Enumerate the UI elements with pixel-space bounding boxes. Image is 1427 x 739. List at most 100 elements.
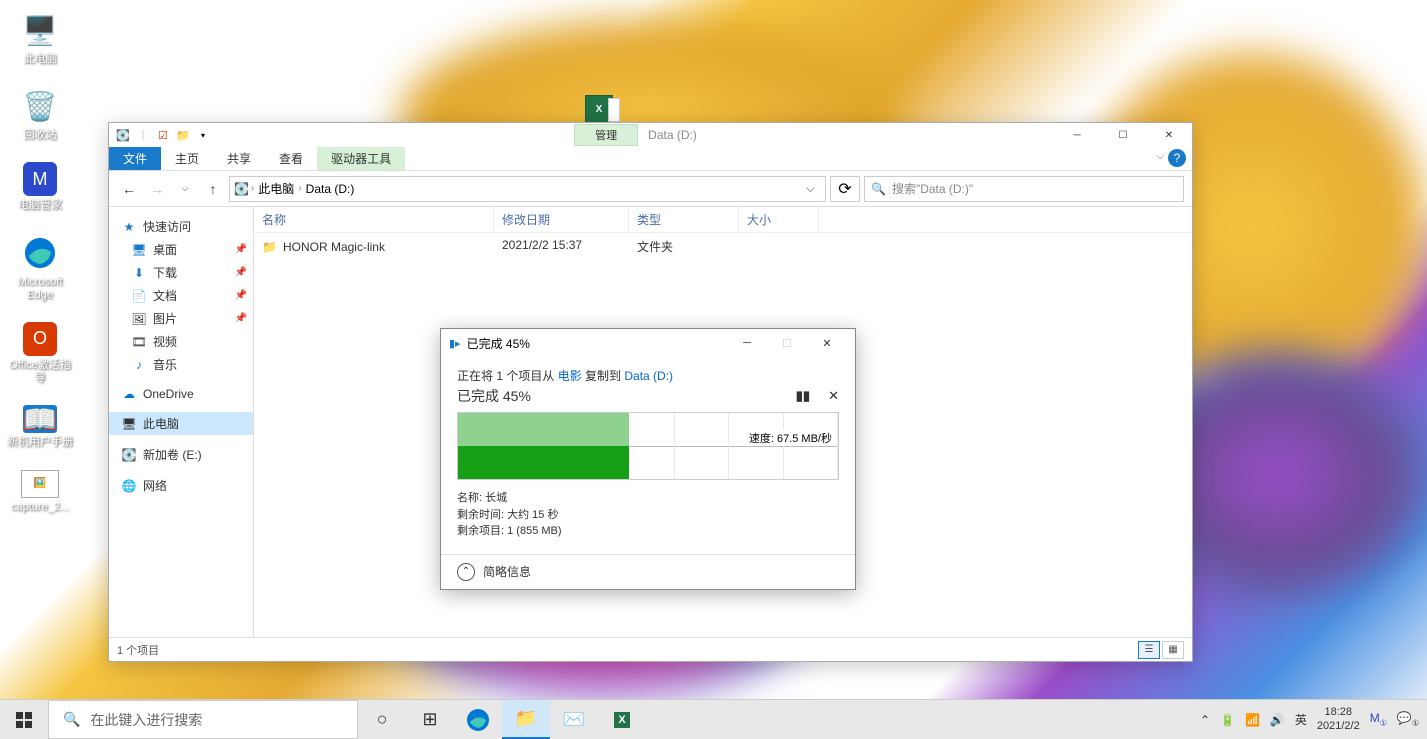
column-size[interactable]: 大小 xyxy=(739,207,819,232)
desktop-icon-office[interactable]: O Office激活指导 xyxy=(5,322,75,385)
label: 此电脑 xyxy=(24,53,57,66)
taskbar-excel[interactable]: X xyxy=(598,700,646,739)
taskbar-file-explorer[interactable]: 📁 xyxy=(502,700,550,739)
ribbon-tab-drive-tools[interactable]: 驱动器工具 xyxy=(317,147,405,170)
ribbon-collapse-icon[interactable]: ⌵ xyxy=(1156,151,1164,162)
taskbar-edge[interactable] xyxy=(454,700,502,739)
desktop-icon-pc-manager[interactable]: M 电脑管家 xyxy=(5,162,75,212)
taskbar-clock[interactable]: 18:28 2021/2/2 xyxy=(1317,706,1360,732)
breadcrumb-data-d[interactable]: Data (D:) xyxy=(304,182,357,196)
sidebar-network[interactable]: 🌐网络 xyxy=(109,474,253,497)
breadcrumb-this-pc[interactable]: 此电脑 xyxy=(256,180,296,197)
taskbar: 🔍 在此键入进行搜索 ○ ⊞ 📁 ✉️ X ⌃ 🔋 📶 🔊 英 18:28 20… xyxy=(0,699,1427,739)
close-button[interactable]: ✕ xyxy=(807,331,847,355)
taskbar-mail[interactable]: ✉️ xyxy=(550,700,598,739)
desktop-icon-capture[interactable]: 🖼️ capture_2... xyxy=(5,470,75,514)
new-folder-icon[interactable]: 📁 xyxy=(175,127,191,143)
search-placeholder: 在此键入进行搜索 xyxy=(90,710,202,730)
large-icons-view-button[interactable]: ▦ xyxy=(1162,641,1184,659)
sidebar-this-pc[interactable]: 🖥此电脑 xyxy=(109,412,253,435)
sidebar-new-volume[interactable]: 💽新加卷 (E:) xyxy=(109,443,253,466)
address-bar[interactable]: 💽 › 此电脑 › Data (D:) ⌵ xyxy=(229,176,826,202)
window-title: Data (D:) xyxy=(648,128,697,142)
minimize-button[interactable]: ─ xyxy=(727,331,767,355)
close-button[interactable]: ✕ xyxy=(1146,123,1192,147)
source-link[interactable]: 电影 xyxy=(558,369,582,383)
pc-manager-icon: M xyxy=(23,162,57,196)
chevron-right-icon[interactable]: › xyxy=(251,183,254,194)
sidebar-pictures[interactable]: 🖼图片📌 xyxy=(109,307,253,330)
pin-icon: 📌 xyxy=(235,290,247,301)
up-button[interactable]: ↑ xyxy=(201,177,225,201)
battery-icon[interactable]: 🔋 xyxy=(1220,713,1235,727)
document-icon: 📄 xyxy=(131,289,147,303)
office-icon: O xyxy=(23,322,57,356)
sidebar-desktop[interactable]: 🖥桌面📌 xyxy=(109,238,253,261)
throughput-chart: 速度: 67.5 MB/秒 xyxy=(457,412,839,480)
dest-link[interactable]: Data (D:) xyxy=(624,369,673,383)
explorer-titlebar[interactable]: 💽 | ☑ 📁 ▾ 管理 Data (D:) ─ ☐ ✕ xyxy=(109,123,1192,147)
properties-icon[interactable]: ☑ xyxy=(155,127,171,143)
desktop-icon-edge[interactable]: Microsoft Edge xyxy=(5,233,75,302)
desktop-icon: 🖥 xyxy=(131,243,147,257)
column-name[interactable]: 名称 xyxy=(254,207,494,232)
excel-shortcut-icon[interactable]: X xyxy=(585,95,613,123)
taskbar-search[interactable]: 🔍 在此键入进行搜索 xyxy=(48,700,358,739)
maximize-button[interactable]: ☐ xyxy=(1100,123,1146,147)
ribbon-tab-view[interactable]: 查看 xyxy=(265,147,317,170)
manual-icon: 📖 xyxy=(23,405,57,433)
qat-dropdown-icon[interactable]: ▾ xyxy=(195,127,211,143)
volume-icon[interactable]: 🔊 xyxy=(1270,713,1285,727)
pc-manager-tray-icon[interactable]: M① xyxy=(1370,711,1387,727)
copy-titlebar[interactable]: ▮▸ 已完成 45% ─ ☐ ✕ xyxy=(441,329,855,357)
file-size xyxy=(739,236,819,257)
column-type[interactable]: 类型 xyxy=(629,207,739,232)
copy-title: 已完成 45% xyxy=(467,335,530,352)
start-button[interactable] xyxy=(0,700,48,739)
folder-icon: 📁 xyxy=(262,240,277,254)
refresh-button[interactable]: ⟳ xyxy=(830,176,860,202)
copy-icon: ▮▸ xyxy=(449,337,461,350)
file-name: HONOR Magic-link xyxy=(283,240,385,254)
ribbon-tab-home[interactable]: 主页 xyxy=(161,147,213,170)
minimize-button[interactable]: ─ xyxy=(1054,123,1100,147)
search-box[interactable]: 🔍 搜索"Data (D:)" xyxy=(864,176,1184,202)
back-button[interactable]: ← xyxy=(117,177,141,201)
sidebar-quick-access[interactable]: ★快速访问 xyxy=(109,215,253,238)
help-icon[interactable]: ? xyxy=(1168,149,1186,167)
label: 电脑管家 xyxy=(18,199,62,212)
forward-button[interactable]: → xyxy=(145,177,169,201)
desktop-icon-manual[interactable]: 📖 新机用户手册 xyxy=(5,405,75,449)
chevron-right-icon[interactable]: › xyxy=(298,183,301,194)
progress-percent: 已完成 45% xyxy=(457,386,531,406)
tray-overflow-icon[interactable]: ⌃ xyxy=(1200,713,1210,727)
contextual-tab-manage[interactable]: 管理 xyxy=(574,124,638,146)
sidebar-onedrive[interactable]: ☁OneDrive xyxy=(109,384,253,404)
column-headers: 名称 修改日期 类型 大小 xyxy=(254,207,1192,233)
pause-button[interactable]: ▮▮ xyxy=(796,388,810,404)
ribbon-tab-file[interactable]: 文件 xyxy=(109,147,161,170)
action-center-icon[interactable]: 💬① xyxy=(1397,711,1419,727)
fewer-details-toggle[interactable]: ⌃ 简略信息 xyxy=(441,554,855,589)
sidebar-videos[interactable]: 🎞视频 xyxy=(109,330,253,353)
star-icon: ★ xyxy=(121,220,137,234)
cancel-button[interactable]: ✕ xyxy=(828,388,839,404)
ribbon-tab-share[interactable]: 共享 xyxy=(213,147,265,170)
address-dropdown-icon[interactable]: ⌵ xyxy=(800,181,821,196)
sidebar-downloads[interactable]: ⬇下载📌 xyxy=(109,261,253,284)
sidebar-music[interactable]: ♪音乐 xyxy=(109,353,253,376)
task-view-button[interactable]: ⊞ xyxy=(406,700,454,739)
sidebar-documents[interactable]: 📄文档📌 xyxy=(109,284,253,307)
download-icon: ⬇ xyxy=(131,266,147,280)
desktop-icon-this-pc[interactable]: 🖥️ 此电脑 xyxy=(5,10,75,66)
desktop-icon-recycle-bin[interactable]: 🗑️ 回收站 xyxy=(5,86,75,142)
file-row[interactable]: 📁HONOR Magic-link 2021/2/2 15:37 文件夹 xyxy=(254,233,1192,260)
cortana-button[interactable]: ○ xyxy=(358,700,406,739)
details-view-button[interactable]: ☰ xyxy=(1138,641,1160,659)
column-modified[interactable]: 修改日期 xyxy=(494,207,629,232)
wifi-icon[interactable]: 📶 xyxy=(1245,713,1260,727)
recent-dropdown-icon[interactable]: ⌵ xyxy=(173,177,197,201)
ime-indicator[interactable]: 英 xyxy=(1295,711,1307,728)
brief-info-label: 简略信息 xyxy=(483,563,531,580)
label: 回收站 xyxy=(24,129,57,142)
